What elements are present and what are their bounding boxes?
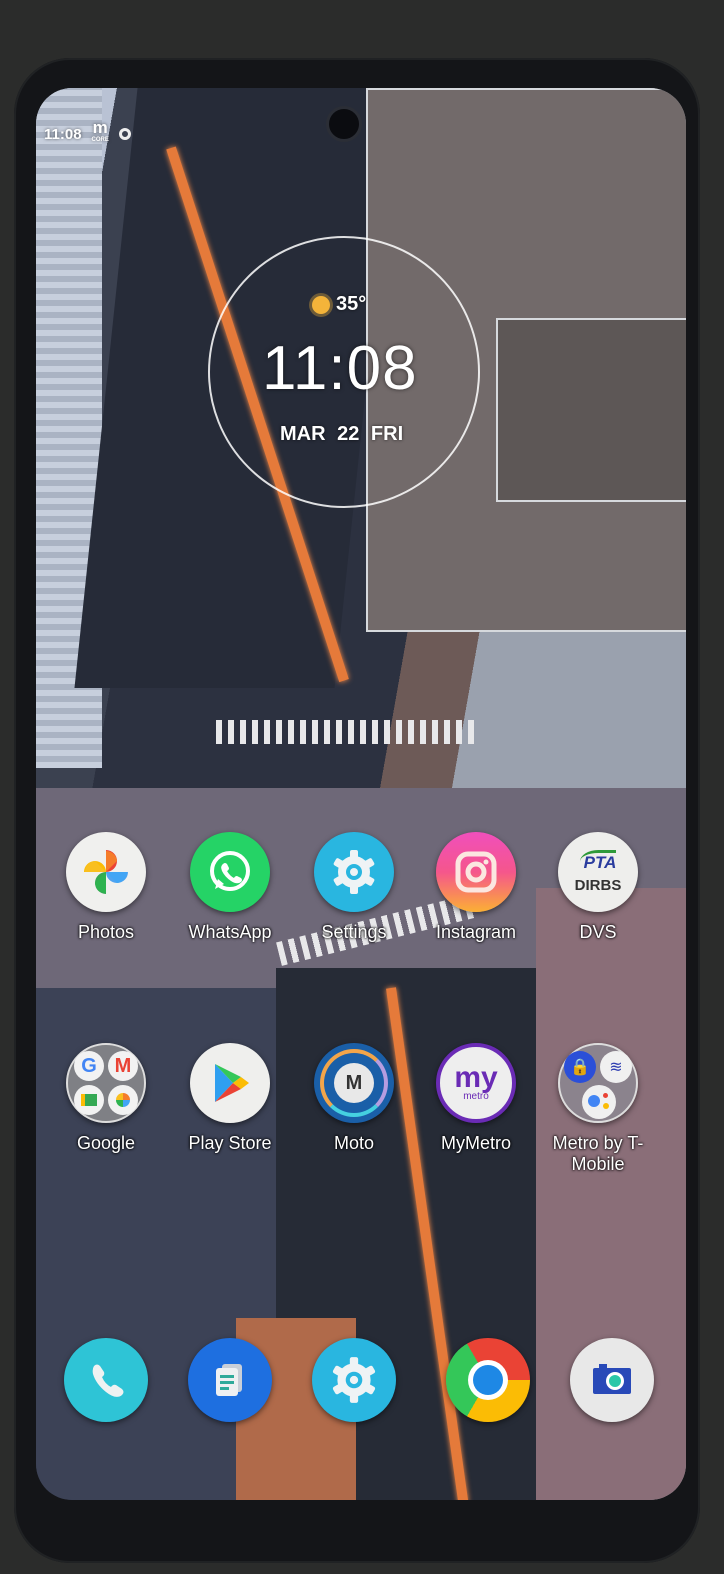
status-bar: 11:08 m CORE	[44, 118, 131, 146]
temperature: 35°	[336, 293, 367, 315]
wallpaper-roof	[496, 318, 686, 502]
app-label: Moto	[333, 1133, 375, 1153]
folder-metro-by-t-mobile[interactable]: 🔒 ≋ Metro by T-Mobile	[538, 1043, 658, 1175]
google-folder-icon: G M	[66, 1043, 146, 1123]
app-label: Settings	[321, 922, 387, 942]
app-photos[interactable]: Photos	[46, 832, 166, 943]
dock-messages[interactable]	[170, 1338, 290, 1422]
app-settings[interactable]: Settings	[294, 832, 414, 943]
assistant-icon	[582, 1085, 616, 1119]
whatsapp-icon	[190, 832, 270, 912]
photos-icon	[66, 832, 146, 912]
weather[interactable]: 35°	[312, 293, 366, 316]
photos-mini-icon	[108, 1085, 138, 1115]
app-moto[interactable]: M Moto	[294, 1043, 414, 1154]
folder-google[interactable]: G M Google	[46, 1043, 166, 1154]
app-label: WhatsApp	[188, 922, 272, 942]
instagram-icon	[436, 832, 516, 912]
app-label: Instagram	[435, 922, 517, 942]
app-label: Google	[76, 1133, 136, 1153]
settings-icon	[314, 832, 394, 912]
app-dvs[interactable]: PTA DIRBS DVS	[538, 832, 658, 943]
pta-dirbs-icon: PTA DIRBS	[558, 832, 638, 912]
play-store-icon	[190, 1043, 270, 1123]
app-play-store[interactable]: Play Store	[170, 1043, 290, 1154]
wallpaper-crosswalk	[216, 720, 476, 744]
messages-icon	[188, 1338, 272, 1422]
clock-date: MAR 22 FRI	[280, 423, 404, 445]
front-camera	[326, 106, 362, 142]
gmail-icon: M	[108, 1051, 138, 1081]
google-icon: G	[74, 1051, 104, 1081]
app-whatsapp[interactable]: WhatsApp	[170, 832, 290, 943]
clock-time: 11:08	[262, 334, 418, 403]
camera-icon	[570, 1338, 654, 1422]
status-time: 11:08	[44, 125, 82, 143]
moto-icon: M	[314, 1043, 394, 1123]
metro-folder-icon: 🔒 ≋	[558, 1043, 638, 1123]
dock-phone[interactable]	[46, 1338, 166, 1422]
dock-settings[interactable]	[294, 1338, 414, 1422]
wifi-icon: ≋	[600, 1051, 632, 1083]
settings-icon	[312, 1338, 396, 1422]
app-label: Metro by T-Mobile	[552, 1133, 644, 1174]
app-label: Play Store	[188, 1133, 272, 1153]
mymetro-icon: my metro	[436, 1043, 516, 1123]
lock-icon: 🔒	[564, 1051, 596, 1083]
meet-icon	[74, 1085, 104, 1115]
sync-icon	[118, 128, 131, 140]
phone-icon	[64, 1338, 148, 1422]
app-mymetro[interactable]: my metro MyMetro	[416, 1043, 536, 1154]
app-label: Photos	[77, 922, 135, 942]
app-label: DVS	[579, 922, 617, 942]
dock-chrome[interactable]	[428, 1338, 548, 1422]
home-screen: 11:08 m CORE 35° 11:08 MAR 22 FRI Photos…	[36, 88, 686, 1500]
chrome-icon	[446, 1338, 530, 1422]
sun-icon	[312, 295, 330, 314]
app-instagram[interactable]: Instagram	[416, 832, 536, 943]
dock-camera[interactable]	[552, 1338, 672, 1422]
metro-icon: m CORE	[91, 118, 109, 143]
app-label: MyMetro	[440, 1133, 511, 1153]
